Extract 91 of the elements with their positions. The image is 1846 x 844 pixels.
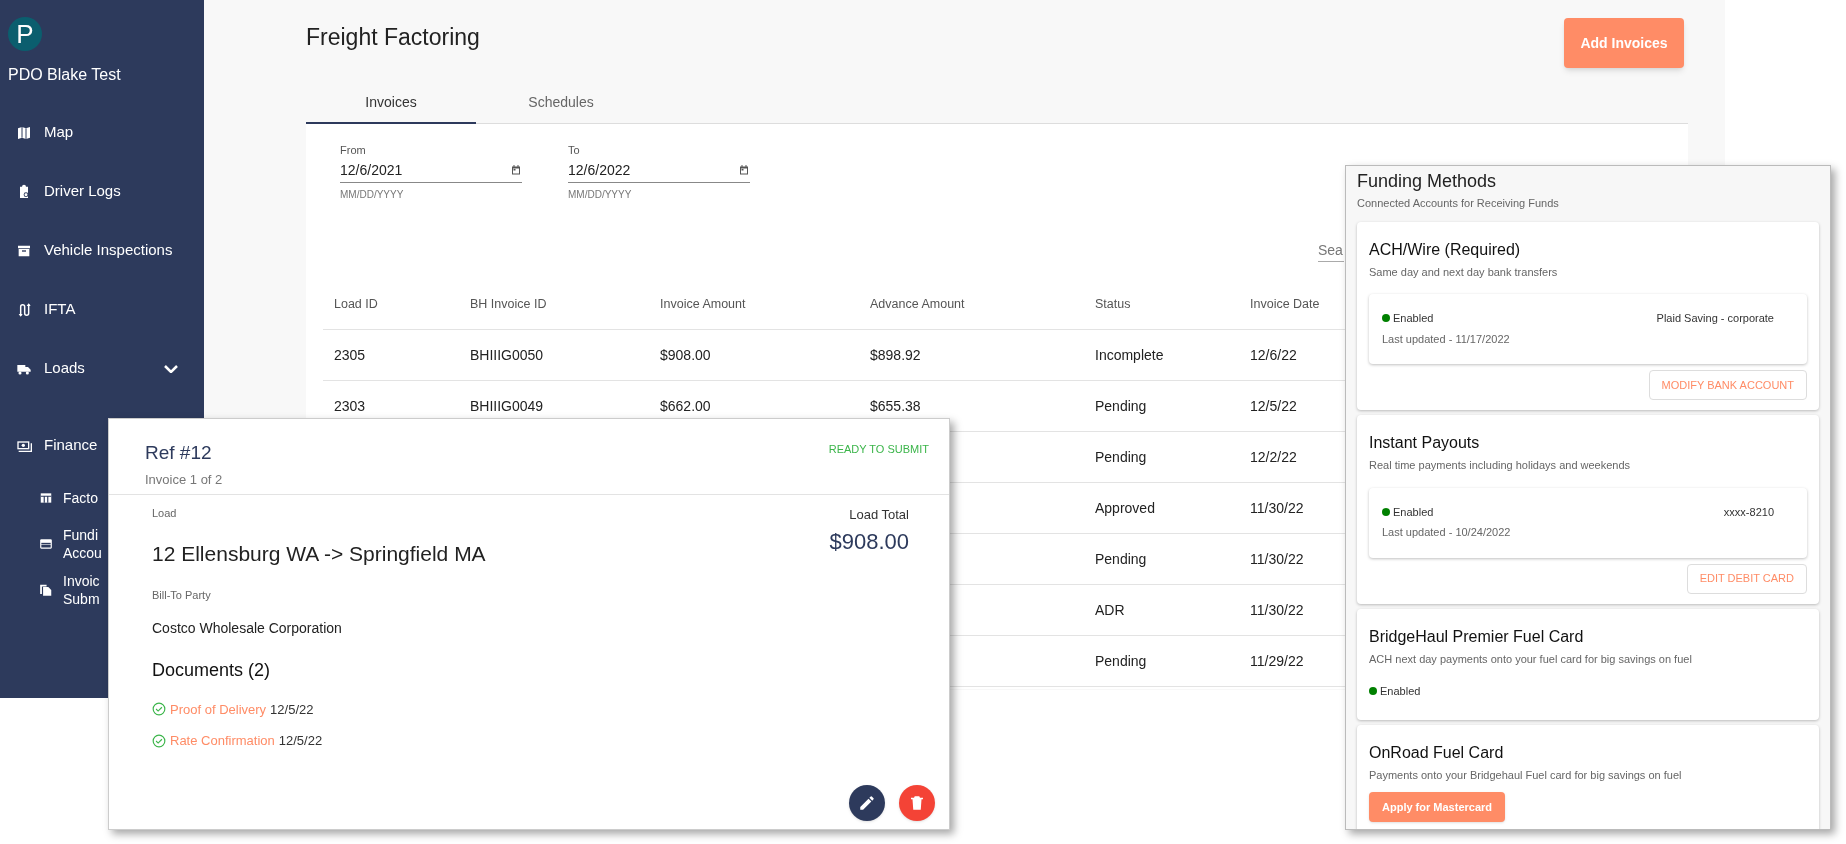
last-updated: Last updated - 11/17/2022 bbox=[1382, 331, 1510, 347]
table-cell: 2303 bbox=[334, 397, 366, 414]
table-cell: 11/30/22 bbox=[1250, 601, 1304, 618]
date-field[interactable]: 12/6/2021 bbox=[340, 158, 522, 183]
date-field[interactable]: 12/6/2022 bbox=[568, 158, 750, 183]
table-cell: ADR bbox=[1095, 601, 1125, 618]
table-cell: 2305 bbox=[334, 346, 366, 363]
column-header: Advance Amount bbox=[870, 296, 966, 314]
edit-button[interactable] bbox=[849, 785, 885, 821]
tab[interactable]: Schedules bbox=[476, 82, 646, 124]
table-cell: Pending bbox=[1095, 397, 1147, 414]
card-description: Same day and next day bank transfers bbox=[1369, 264, 1559, 280]
route-icon bbox=[16, 301, 32, 318]
avatar: P bbox=[8, 17, 42, 51]
card-description: ACH next day payments onto your fuel card for big savings on fuel bbox=[1369, 651, 1693, 667]
load-total: $908.00 bbox=[829, 527, 909, 556]
table-cell: Pending bbox=[1095, 652, 1147, 669]
calendar-icon bbox=[738, 164, 750, 176]
column-header: Status bbox=[1095, 296, 1132, 314]
bill-to-party: Costco Wholesale Corporation bbox=[152, 618, 343, 638]
delete-button[interactable] bbox=[899, 785, 935, 821]
field-label: From bbox=[340, 143, 367, 158]
documents-icon bbox=[39, 583, 53, 597]
section-heading: Documents (2) bbox=[152, 658, 272, 682]
nav-item[interactable]: IFTA bbox=[16, 298, 76, 321]
card-title: OnRoad Fuel Card bbox=[1369, 742, 1505, 763]
table-cell: 11/30/22 bbox=[1250, 499, 1304, 516]
card-title: Instant Payouts bbox=[1369, 433, 1481, 453]
table-icon bbox=[39, 491, 53, 505]
table-cell: 11/30/22 bbox=[1250, 550, 1304, 567]
column-header: Invoice Amount bbox=[660, 296, 747, 314]
nav-item[interactable]: Vehicle Inspections bbox=[16, 239, 173, 262]
pencil-icon bbox=[858, 794, 876, 812]
map-icon bbox=[16, 124, 32, 141]
status-label: READY TO SUBMIT bbox=[828, 442, 929, 457]
search-field[interactable]: Sea bbox=[1318, 240, 1344, 262]
nav-subitem[interactable]: Invoic Subm bbox=[39, 572, 107, 608]
chevron-icon[interactable] bbox=[164, 364, 178, 373]
nav-item[interactable]: Finance bbox=[16, 434, 98, 457]
page-title: Freight Factoring bbox=[306, 23, 480, 52]
column-header: Invoice Date bbox=[1250, 296, 1321, 314]
table-cell: 12/6/22 bbox=[1250, 346, 1297, 363]
table-cell: $908.00 bbox=[660, 346, 711, 363]
nav-item[interactable]: Map bbox=[16, 121, 74, 144]
account-name: Plaid Saving - corporate bbox=[1656, 311, 1775, 326]
panel-title: Funding Methods bbox=[1357, 170, 1498, 193]
nav-item[interactable]: Driver Logs bbox=[16, 180, 121, 203]
field-label: To bbox=[568, 143, 581, 158]
table-cell: $655.38 bbox=[870, 397, 921, 414]
load-route: 12 Ellensburg WA -> Springfield MA bbox=[152, 540, 486, 567]
card-description: Payments onto your Bridgehaul Fuel card for big savings on fuel bbox=[1369, 767, 1683, 783]
check-circle-icon bbox=[152, 733, 166, 748]
nav-subitem[interactable]: Fundi Accou bbox=[39, 526, 107, 562]
field-label: Load bbox=[152, 506, 178, 521]
table-cell: $898.92 bbox=[870, 346, 921, 363]
table-cell: BHIIIG0049 bbox=[470, 397, 544, 414]
card-icon bbox=[39, 537, 53, 551]
table-cell: 12/5/22 bbox=[1250, 397, 1297, 414]
helper-text: MM/DD/YYYY bbox=[340, 187, 405, 202]
nav-subitem[interactable]: Facto bbox=[39, 489, 107, 507]
status-text: Enabled bbox=[1380, 684, 1421, 699]
calendar-icon bbox=[510, 164, 522, 176]
field-label: Load Total bbox=[849, 506, 909, 524]
nav-item[interactable]: Loads bbox=[16, 357, 85, 380]
card-subtitle: Invoice 1 of 2 bbox=[145, 470, 223, 489]
panel-subtitle: Connected Accounts for Receiving Funds bbox=[1357, 196, 1560, 211]
card-description: Real time payments including holidays and weekends bbox=[1369, 458, 1632, 473]
trash-icon bbox=[908, 794, 926, 812]
column-header: BH Invoice ID bbox=[470, 296, 548, 314]
document-date: 12/5/22 bbox=[270, 700, 314, 719]
table-cell: $662.00 bbox=[660, 397, 711, 414]
table-cell: Pending bbox=[1095, 448, 1147, 465]
table-cell: Approved bbox=[1095, 499, 1155, 516]
status-text: Enabled bbox=[1393, 311, 1434, 326]
table-cell: Incomplete bbox=[1095, 346, 1164, 363]
account-name: PDO Blake Test bbox=[8, 65, 122, 85]
column-header: Load ID bbox=[334, 296, 379, 314]
document-date: 12/5/22 bbox=[278, 732, 323, 750]
last-updated: Last updated - 10/24/2022 bbox=[1382, 525, 1511, 540]
helper-text: MM/DD/YYYY bbox=[568, 187, 633, 202]
table-cell: BHIIIG0050 bbox=[470, 346, 544, 363]
table-cell: Pending bbox=[1095, 550, 1147, 567]
card-title: BridgeHaul Premier Fuel Card bbox=[1369, 626, 1585, 647]
field-label: Bill-To Party bbox=[152, 588, 212, 603]
account-name: xxxx-8210 bbox=[1723, 504, 1775, 520]
status-text: Enabled bbox=[1393, 504, 1434, 520]
check-circle-icon bbox=[152, 702, 166, 717]
card-title: Ref #12 bbox=[145, 441, 213, 465]
table-cell: 12/2/22 bbox=[1250, 448, 1297, 465]
table-cell: 11/29/22 bbox=[1250, 652, 1304, 669]
card-title: ACH/Wire (Required) bbox=[1369, 239, 1522, 260]
